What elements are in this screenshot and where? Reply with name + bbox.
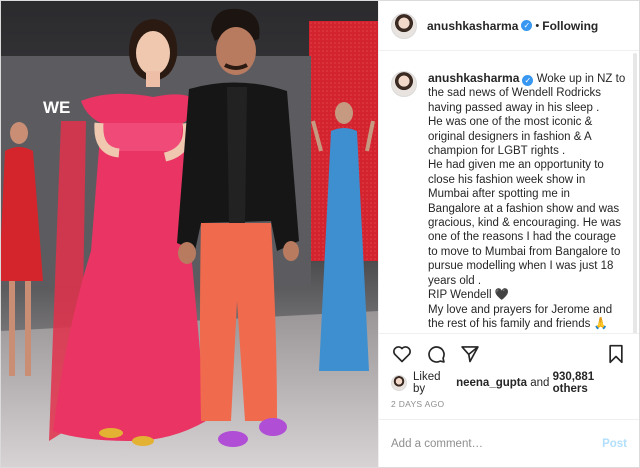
heart-icon[interactable] bbox=[391, 343, 413, 365]
caption-avatar[interactable] bbox=[391, 71, 417, 97]
bookmark-icon[interactable] bbox=[605, 343, 627, 365]
instagram-post: WE anushkasharma ✓ • Following anushkash… bbox=[0, 0, 640, 468]
comment-icon[interactable] bbox=[425, 343, 447, 365]
runway-photo-illustration: WE bbox=[1, 8, 378, 467]
likes-line: Liked by neena_gupta and 930,881 others bbox=[379, 371, 639, 395]
verified-badge-icon: ✓ bbox=[522, 75, 534, 86]
liker-username[interactable]: neena_gupta bbox=[456, 377, 527, 389]
avatar[interactable] bbox=[391, 12, 417, 39]
header-separator: • bbox=[535, 19, 540, 32]
caption-text: Woke up in NZ to bbox=[536, 73, 626, 85]
post-date[interactable]: 2 DAYS AGO bbox=[379, 393, 639, 419]
comment-input[interactable] bbox=[391, 437, 603, 450]
caption-line: Mumbai after spotting me in bbox=[428, 188, 570, 201]
caption-line: My love and prayers for Jerome and bbox=[428, 303, 613, 316]
caption-line: original designers in fashion & A bbox=[428, 130, 592, 143]
post-sidebar: anushkasharma ✓ • Following anushkasharm… bbox=[378, 1, 639, 467]
caption-line: the sad news of Wendell Rodricks bbox=[428, 87, 602, 100]
following-button[interactable]: Following bbox=[542, 19, 598, 33]
caption-line: having passed away in his sleep . bbox=[428, 101, 600, 114]
caption-line: to move to Mumbai from Bangalore to bbox=[428, 245, 621, 258]
likes-count-link[interactable]: 930,881 others bbox=[553, 371, 627, 395]
post-photo[interactable]: WE bbox=[1, 1, 378, 467]
caption-line: the rest of his family and friends 🙏 bbox=[428, 317, 608, 330]
caption-body: anushkasharma ✓ Woke up in NZ to the sad … bbox=[428, 71, 627, 333]
post-header: anushkasharma ✓ • Following bbox=[379, 1, 639, 51]
likes-prefix: Liked by bbox=[413, 371, 441, 395]
action-bar bbox=[379, 333, 639, 373]
caption-line: champion for LGBT rights . bbox=[428, 145, 566, 158]
caption-line: years old . bbox=[428, 274, 482, 287]
caption-line: gracious, kind & encouraging. He was bbox=[428, 217, 622, 230]
caption-username[interactable]: anushkasharma bbox=[428, 71, 519, 85]
add-comment-bar: Post bbox=[379, 419, 639, 467]
comments-scrollbar[interactable] bbox=[633, 53, 637, 333]
caption-line: anushkasharma ✓ Woke up in NZ to bbox=[428, 71, 627, 86]
post-comment-button[interactable]: Post bbox=[602, 438, 627, 450]
woman-face bbox=[136, 31, 170, 75]
caption: anushkasharma ✓ Woke up in NZ to the sad … bbox=[391, 71, 627, 333]
liker-avatar[interactable] bbox=[391, 375, 407, 391]
header-username[interactable]: anushkasharma bbox=[427, 19, 518, 33]
caption-line: He had given me an opportunity to bbox=[428, 159, 604, 172]
caption-line: close his fashion week show in bbox=[428, 173, 586, 186]
caption-line: pursue modelling when I was just 18 bbox=[428, 260, 614, 273]
verified-badge-icon: ✓ bbox=[521, 20, 533, 31]
share-icon[interactable] bbox=[459, 343, 481, 365]
caption-line: Bangalore at a fashion show and was bbox=[428, 202, 620, 215]
backdrop-logo: WE bbox=[43, 98, 70, 117]
caption-line: He was one of the most iconic & bbox=[428, 116, 593, 129]
caption-line: one of the reasons I had the courage bbox=[428, 231, 616, 244]
likes-and: and bbox=[530, 377, 550, 389]
caption-line: RIP Wendell 🖤 bbox=[428, 289, 510, 302]
comments-section[interactable]: anushkasharma ✓ Woke up in NZ to the sad … bbox=[379, 51, 639, 333]
